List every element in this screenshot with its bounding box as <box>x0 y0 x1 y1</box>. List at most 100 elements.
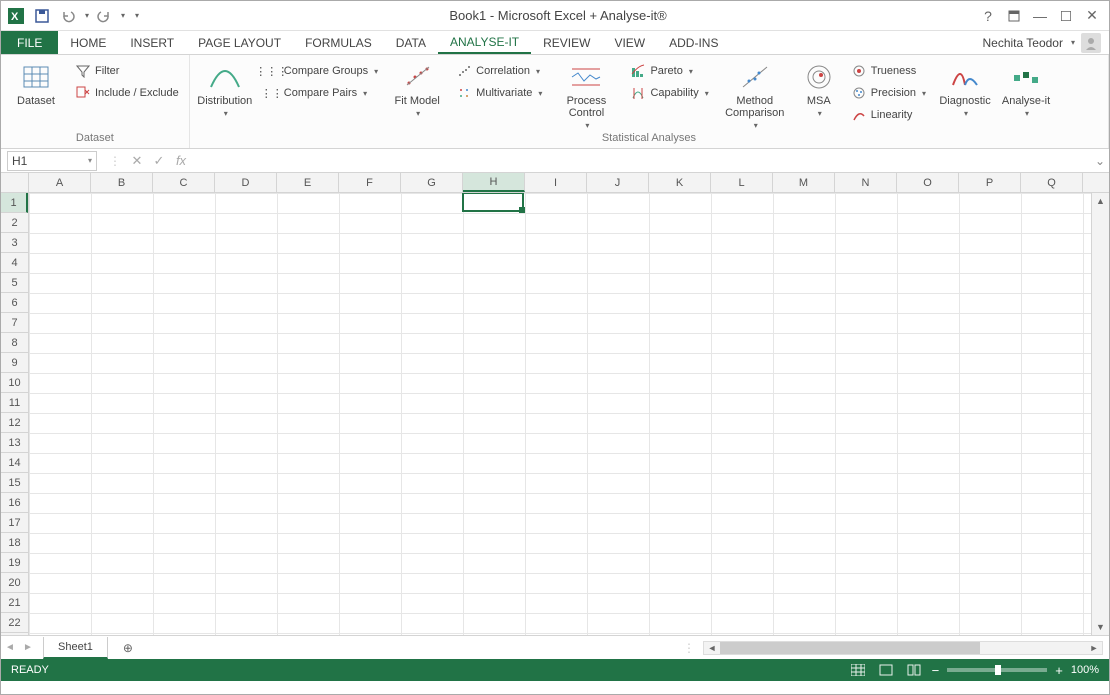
tab-insert[interactable]: INSERT <box>118 31 186 54</box>
scroll-up-icon[interactable]: ▲ <box>1092 193 1109 209</box>
filter-button[interactable]: Filter <box>71 61 183 81</box>
column-header[interactable]: L <box>711 173 773 192</box>
zoom-level[interactable]: 100% <box>1071 664 1099 676</box>
column-header[interactable]: G <box>401 173 463 192</box>
normal-view-icon[interactable] <box>848 662 868 678</box>
undo-icon[interactable] <box>57 5 79 27</box>
row-header[interactable]: 7 <box>1 313 28 333</box>
dataset-button[interactable]: Dataset <box>7 57 65 107</box>
sheet-nav-prev-icon[interactable]: ◄ <box>1 642 19 653</box>
correlation-button[interactable]: Correlation▾ <box>452 61 546 81</box>
horizontal-scrollbar[interactable]: ◄ ► <box>703 641 1103 655</box>
column-header[interactable]: Q <box>1021 173 1083 192</box>
fx-icon[interactable]: fx <box>171 151 191 171</box>
pareto-button[interactable]: Pareto▾ <box>626 61 712 81</box>
row-header[interactable]: 22 <box>1 613 28 633</box>
user-menu[interactable]: Nechita Teodor ▾ <box>982 31 1109 54</box>
column-header[interactable]: D <box>215 173 277 192</box>
tab-review[interactable]: REVIEW <box>531 31 602 54</box>
tab-page-layout[interactable]: PAGE LAYOUT <box>186 31 293 54</box>
process-control-button[interactable]: Process Control▾ <box>552 57 620 132</box>
row-header[interactable]: 9 <box>1 353 28 373</box>
column-header[interactable]: K <box>649 173 711 192</box>
row-header[interactable]: 20 <box>1 573 28 593</box>
vertical-scrollbar[interactable]: ▲ ▼ <box>1091 193 1109 635</box>
analyse-it-button[interactable]: Analyse-it▾ <box>1000 57 1052 120</box>
method-comparison-button[interactable]: Method Comparison▾ <box>719 57 791 132</box>
excel-logo-icon[interactable]: X <box>5 5 27 27</box>
tab-file[interactable]: FILE <box>1 31 58 54</box>
redo-dropdown-icon[interactable]: ▾ <box>121 11 125 20</box>
name-box[interactable]: H1 ▾ <box>7 151 97 171</box>
zoom-slider[interactable] <box>947 668 1047 672</box>
row-header[interactable]: 13 <box>1 433 28 453</box>
diagnostic-button[interactable]: Diagnostic▾ <box>936 57 994 120</box>
row-header[interactable]: 12 <box>1 413 28 433</box>
column-header[interactable]: B <box>91 173 153 192</box>
row-header[interactable]: 18 <box>1 533 28 553</box>
redo-icon[interactable] <box>93 5 115 27</box>
fit-model-button[interactable]: Fit Model▾ <box>388 57 446 120</box>
tab-home[interactable]: HOME <box>58 31 118 54</box>
undo-dropdown-icon[interactable]: ▾ <box>85 11 89 20</box>
precision-button[interactable]: Precision▾ <box>847 83 930 103</box>
row-header[interactable]: 5 <box>1 273 28 293</box>
column-header[interactable]: J <box>587 173 649 192</box>
selected-cell[interactable] <box>462 193 524 212</box>
row-header[interactable]: 6 <box>1 293 28 313</box>
column-header[interactable]: E <box>277 173 339 192</box>
row-header[interactable]: 14 <box>1 453 28 473</box>
column-header[interactable]: I <box>525 173 587 192</box>
column-header[interactable]: C <box>153 173 215 192</box>
row-header[interactable]: 11 <box>1 393 28 413</box>
formula-bar-expand-icon[interactable]: ⌄ <box>1091 154 1109 168</box>
row-header[interactable]: 19 <box>1 553 28 573</box>
cancel-icon[interactable]: ✕ <box>127 151 147 171</box>
page-layout-view-icon[interactable] <box>876 662 896 678</box>
scroll-left-icon[interactable]: ◄ <box>704 643 720 653</box>
compare-groups-button[interactable]: ⋮⋮⋮ Compare Groups▾ <box>260 61 382 81</box>
tab-formulas[interactable]: FORMULAS <box>293 31 384 54</box>
row-header[interactable]: 8 <box>1 333 28 353</box>
trueness-button[interactable]: Trueness <box>847 61 930 81</box>
capability-button[interactable]: Capability▾ <box>626 83 712 103</box>
row-header[interactable]: 15 <box>1 473 28 493</box>
sheet-tab[interactable]: Sheet1 <box>43 637 108 659</box>
column-header[interactable]: H <box>463 173 525 192</box>
row-header[interactable]: 2 <box>1 213 28 233</box>
column-header[interactable]: M <box>773 173 835 192</box>
scroll-down-icon[interactable]: ▼ <box>1092 619 1109 635</box>
row-header[interactable]: 16 <box>1 493 28 513</box>
page-break-view-icon[interactable] <box>904 662 924 678</box>
close-icon[interactable]: ✕ <box>1081 5 1103 27</box>
column-header[interactable]: N <box>835 173 897 192</box>
include-exclude-button[interactable]: Include / Exclude <box>71 83 183 103</box>
formula-input[interactable] <box>195 151 1091 171</box>
linearity-button[interactable]: Linearity <box>847 105 930 125</box>
help-icon[interactable]: ? <box>977 5 999 27</box>
minimize-icon[interactable]: — <box>1029 5 1051 27</box>
sheet-nav-next-icon[interactable]: ► <box>19 642 37 653</box>
msa-button[interactable]: MSA▾ <box>797 57 841 120</box>
row-header[interactable]: 3 <box>1 233 28 253</box>
row-header[interactable]: 4 <box>1 253 28 273</box>
tab-add-ins[interactable]: ADD-INS <box>657 31 730 54</box>
distribution-button[interactable]: Distribution▾ <box>196 57 254 120</box>
enter-icon[interactable]: ✓ <box>149 151 169 171</box>
maximize-icon[interactable] <box>1055 5 1077 27</box>
row-header[interactable]: 17 <box>1 513 28 533</box>
column-header[interactable]: P <box>959 173 1021 192</box>
tab-data[interactable]: DATA <box>384 31 438 54</box>
ribbon-display-icon[interactable] <box>1003 5 1025 27</box>
column-header[interactable]: A <box>29 173 91 192</box>
compare-pairs-button[interactable]: ⋮⋮ Compare Pairs▾ <box>260 83 382 103</box>
scroll-right-icon[interactable]: ► <box>1086 643 1102 653</box>
add-sheet-icon[interactable]: ⊕ <box>116 641 140 655</box>
column-header[interactable]: F <box>339 173 401 192</box>
cell-grid[interactable] <box>29 193 1091 635</box>
row-header[interactable]: 21 <box>1 593 28 613</box>
row-header[interactable]: 10 <box>1 373 28 393</box>
select-all-corner[interactable] <box>1 173 29 192</box>
tab-analyse-it[interactable]: ANALYSE-IT <box>438 31 531 54</box>
multivariate-button[interactable]: Multivariate▾ <box>452 83 546 103</box>
